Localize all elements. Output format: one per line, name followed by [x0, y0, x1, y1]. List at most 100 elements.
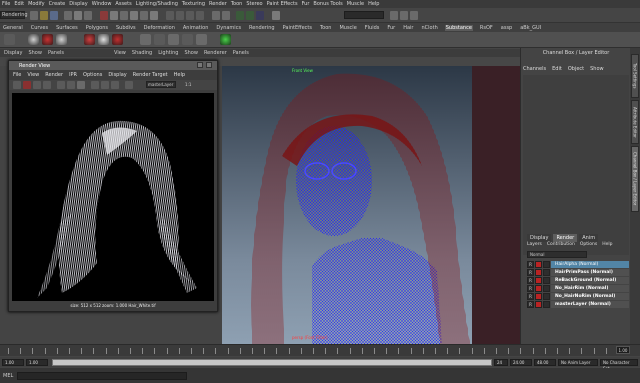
playback-end-field[interactable]: 24: [494, 359, 508, 366]
panel-menu-view[interactable]: View: [114, 50, 126, 56]
shelf-tab-abk-gui[interactable]: aBk_GUI: [519, 25, 542, 31]
menu-texturing[interactable]: Texturing: [182, 1, 205, 7]
shelf-tab-polygons[interactable]: Polygons: [85, 25, 109, 31]
menu-fur[interactable]: Fur: [302, 1, 310, 7]
layer-render-toggle[interactable]: R: [527, 260, 534, 268]
redo-render-icon[interactable]: [13, 81, 21, 89]
tab-display[interactable]: Display: [527, 234, 552, 242]
new-scene-icon[interactable]: [30, 11, 38, 20]
channel-box-area[interactable]: [523, 75, 629, 255]
keep-image-icon[interactable]: [101, 81, 109, 89]
rv-menu-render[interactable]: Render: [45, 72, 63, 78]
shelf-tab-painteffects[interactable]: PaintEffects: [282, 25, 313, 31]
character-set-select[interactable]: No Character Set: [600, 359, 638, 371]
cb-menu-edit[interactable]: Edit: [552, 66, 562, 72]
light-icon[interactable]: [168, 34, 179, 45]
cb-menu-object[interactable]: Object: [568, 66, 584, 72]
menu-create[interactable]: Create: [49, 1, 66, 7]
rv-menu-file[interactable]: File: [13, 72, 21, 78]
layer-render-toggle[interactable]: R: [527, 284, 534, 292]
layer-render-toggle[interactable]: R: [527, 268, 534, 276]
render-layer-name[interactable]: No_HairNoRim (Normal): [551, 292, 629, 300]
range-end-field[interactable]: 48.00: [534, 359, 556, 366]
panel-menu-panels-2[interactable]: Panels: [233, 50, 249, 56]
panel-menu-display[interactable]: Display: [4, 50, 22, 56]
cb-menu-channels[interactable]: Channels: [523, 66, 546, 72]
refresh-icon[interactable]: [33, 81, 41, 89]
layer-settings-icon[interactable]: [543, 284, 550, 292]
menu-bonus-tools[interactable]: Bonus Tools: [313, 1, 342, 7]
current-frame-field[interactable]: 1.00: [616, 346, 630, 354]
layer-settings-icon[interactable]: [543, 276, 550, 284]
rv-menu-help[interactable]: Help: [174, 72, 185, 78]
render-layer-name[interactable]: HairPrimPass (Normal): [551, 268, 629, 276]
mel-label[interactable]: MEL: [3, 373, 13, 379]
render-layer-select[interactable]: masterLayer: [146, 81, 176, 88]
render-settings-icon[interactable]: [256, 11, 264, 20]
menu-lighting-shading[interactable]: Lighting/Shading: [136, 1, 178, 7]
remove-image-icon[interactable]: [111, 81, 119, 89]
end-time-field[interactable]: 24.00: [510, 359, 532, 366]
zoom-icon[interactable]: [91, 81, 99, 89]
snap-grid-icon[interactable]: [166, 11, 174, 20]
material-icon[interactable]: [98, 34, 109, 45]
mask-icon[interactable]: [110, 11, 118, 20]
le-menu-layers[interactable]: Layers: [527, 242, 542, 247]
shelf-tab-fur[interactable]: Fur: [386, 25, 396, 31]
toggle-icon[interactable]: [400, 11, 408, 20]
panel-menu-lighting[interactable]: Lighting: [158, 50, 178, 56]
save-scene-icon[interactable]: [50, 11, 58, 20]
render-layer-name[interactable]: masterLayer (Normal): [551, 300, 629, 308]
anim-layer-select[interactable]: No Anim Layer: [558, 359, 598, 366]
shelf-tab-surfaces[interactable]: Surfaces: [55, 25, 79, 31]
ipr-render-icon[interactable]: [246, 11, 254, 20]
mask-icon[interactable]: [120, 11, 128, 20]
tab-anim[interactable]: Anim: [579, 234, 599, 242]
render-ipr-icon[interactable]: [42, 34, 53, 45]
light-icon[interactable]: [196, 34, 207, 45]
toggle-icon[interactable]: [410, 11, 418, 20]
close-icon[interactable]: [206, 62, 212, 68]
menu-help[interactable]: Help: [368, 1, 379, 7]
layer-color-swatch[interactable]: [535, 292, 542, 300]
input-line-icon[interactable]: [272, 11, 280, 20]
mask-icon[interactable]: [150, 11, 158, 20]
mask-icon[interactable]: [130, 11, 138, 20]
history-icon[interactable]: [222, 11, 230, 20]
alpha-channel-icon[interactable]: [77, 81, 85, 89]
shelf-tab-ncloth[interactable]: nCloth: [421, 25, 439, 31]
range-start-field[interactable]: 1.00: [2, 359, 24, 366]
shelf-tab-animation[interactable]: Animation: [182, 25, 210, 31]
render-layer-name[interactable]: No_HairRim (Normal): [551, 284, 629, 292]
tab-render[interactable]: Render: [553, 234, 578, 242]
cb-menu-show[interactable]: Show: [590, 66, 604, 72]
shelf-tab-hair[interactable]: Hair: [402, 25, 414, 31]
shelf-tab-muscle[interactable]: Muscle: [338, 25, 357, 31]
quick-selection-field[interactable]: [344, 11, 384, 19]
history-icon[interactable]: [212, 11, 220, 20]
render-layer-row[interactable]: R No_HairNoRim (Normal): [527, 292, 629, 300]
shelf-tab-deformation[interactable]: Deformation: [143, 25, 176, 31]
menu-edit[interactable]: Edit: [14, 1, 24, 7]
tab-channel-box[interactable]: Channel Box / Layer Editor: [631, 146, 639, 212]
minimize-icon[interactable]: [197, 62, 203, 68]
layer-render-toggle[interactable]: R: [527, 292, 534, 300]
layer-settings-icon[interactable]: [543, 292, 550, 300]
layer-color-swatch[interactable]: [535, 260, 542, 268]
range-slider[interactable]: [52, 359, 492, 366]
render-current-frame-icon[interactable]: [236, 11, 244, 20]
layer-color-swatch[interactable]: [535, 300, 542, 308]
toggle-icon[interactable]: [390, 11, 398, 20]
layer-render-toggle[interactable]: R: [527, 276, 534, 284]
menu-toon[interactable]: Toon: [231, 1, 243, 7]
render-view-titlebar[interactable]: Render View: [9, 61, 217, 70]
rv-menu-ipr[interactable]: IPR: [69, 72, 77, 78]
panel-menu-panels[interactable]: Panels: [48, 50, 64, 56]
menu-set-select[interactable]: Rendering: [0, 11, 28, 19]
mel-input[interactable]: [17, 371, 188, 380]
snap-curve-icon[interactable]: [176, 11, 184, 20]
light-icon[interactable]: [182, 34, 193, 45]
shader-icon[interactable]: [56, 34, 67, 45]
rgb-channel-icon[interactable]: [67, 81, 75, 89]
shelf-tab-dynamics[interactable]: Dynamics: [215, 25, 242, 31]
